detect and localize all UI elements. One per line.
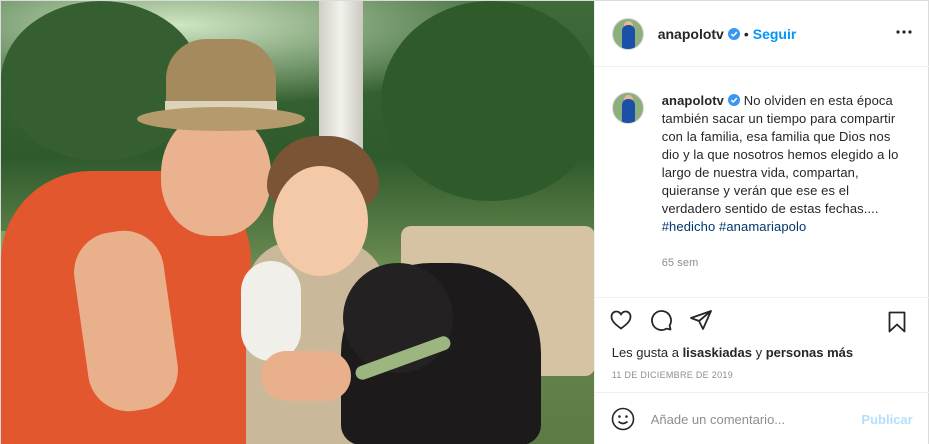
share-button[interactable] bbox=[689, 308, 719, 338]
avatar[interactable] bbox=[611, 17, 644, 50]
verified-badge-icon bbox=[727, 27, 740, 40]
save-button[interactable] bbox=[885, 310, 915, 340]
action-bar bbox=[594, 297, 929, 351]
photo-girl-face bbox=[273, 166, 368, 276]
likes-conjunction: y bbox=[755, 345, 763, 360]
caption-text: No olviden en esta época también sacar u… bbox=[661, 93, 899, 216]
likes-user-link[interactable]: lisaskiadas bbox=[683, 345, 752, 360]
comment-bubble-icon bbox=[650, 310, 672, 331]
post-time-ago[interactable]: 65 sem bbox=[662, 254, 907, 272]
caption-avatar[interactable] bbox=[611, 92, 644, 124]
likes-summary: Les gusta a lisaskiadas y personas más bbox=[612, 345, 853, 360]
photo-woman-hand bbox=[261, 351, 351, 401]
post-header: anapolotv • Seguir bbox=[594, 1, 929, 67]
header-separator: • bbox=[743, 25, 749, 42]
instagram-post: anapolotv • Seguir anapolotv No olviden … bbox=[0, 0, 929, 444]
heart-icon bbox=[610, 310, 632, 330]
comments-section: anapolotv No olviden en esta época tambi… bbox=[595, 68, 929, 296]
verified-badge-icon bbox=[728, 94, 741, 106]
photo-hat-brim bbox=[137, 107, 305, 131]
bookmark-icon bbox=[888, 311, 906, 333]
caption: anapolotv No olviden en esta época tambi… bbox=[611, 92, 913, 272]
comment-input[interactable] bbox=[650, 411, 862, 427]
likes-prefix: Les gusta a bbox=[611, 345, 679, 360]
hashtag-link[interactable]: #hedicho bbox=[662, 219, 716, 234]
paper-plane-icon bbox=[689, 310, 712, 330]
avatar-figure bbox=[621, 99, 635, 123]
caption-username-link[interactable]: anapolotv bbox=[662, 93, 724, 108]
post-date: 11 DE DICIEMBRE DE 2019 bbox=[611, 370, 733, 380]
photo-girl-sleeve bbox=[241, 261, 301, 361]
add-comment-bar: Publicar bbox=[594, 392, 929, 444]
follow-button[interactable]: Seguir bbox=[753, 26, 797, 42]
more-options-icon[interactable] bbox=[895, 23, 913, 41]
avatar-figure bbox=[621, 24, 635, 49]
photo-foliage bbox=[381, 1, 594, 201]
comment-button[interactable] bbox=[649, 308, 679, 338]
post-side-panel: anapolotv • Seguir anapolotv No olviden … bbox=[593, 1, 929, 444]
emoji-smile-icon[interactable] bbox=[611, 407, 635, 431]
like-button[interactable] bbox=[609, 308, 639, 338]
hashtag-link[interactable]: #anamariapolo bbox=[719, 219, 806, 234]
caption-body: anapolotv No olviden en esta época tambi… bbox=[662, 92, 907, 272]
username-link[interactable]: anapolotv bbox=[658, 26, 724, 42]
post-photo[interactable] bbox=[1, 1, 594, 444]
likes-others-link[interactable]: personas más bbox=[766, 345, 853, 360]
publish-button[interactable]: Publicar bbox=[861, 412, 912, 427]
